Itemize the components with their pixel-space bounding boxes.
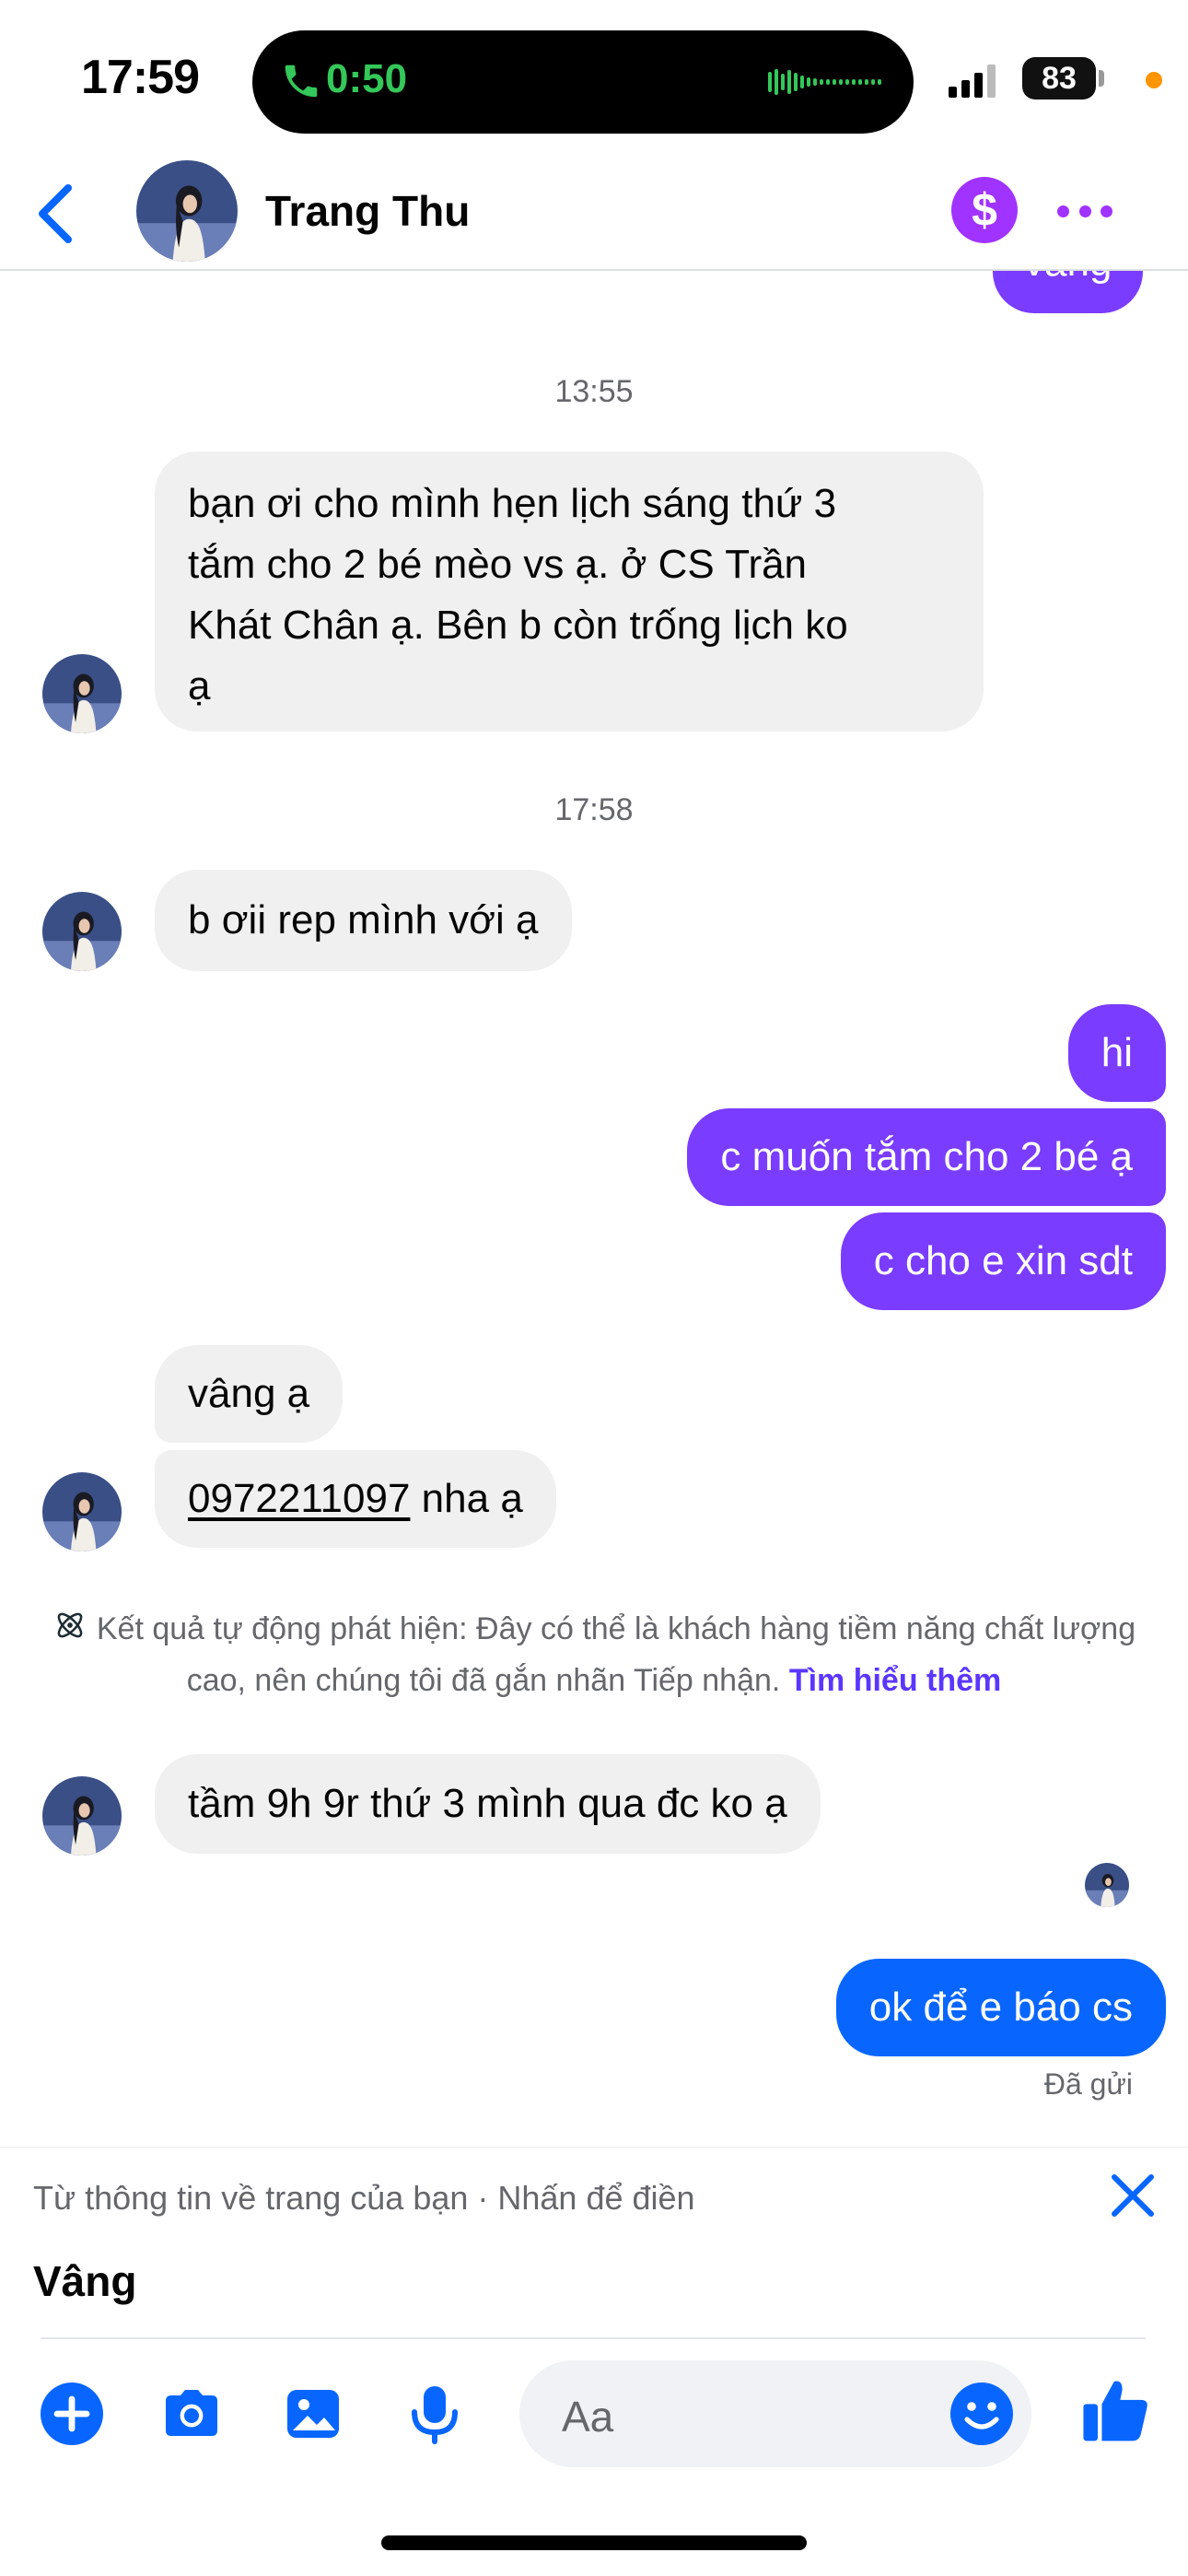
- delivery-status: Đã gửi: [1043, 2067, 1133, 2101]
- atom-icon: [57, 1612, 83, 1638]
- message-bubble-outgoing[interactable]: hi: [1067, 1004, 1166, 1102]
- more-options-icon[interactable]: [1057, 197, 1112, 225]
- auto-label-note: Kết quả tự động phát hiện: Đây có thể là…: [37, 1603, 1151, 1706]
- suggestion-hint: Từ thông tin về trang của bạn · Nhấn để …: [33, 2179, 695, 2217]
- payment-dollar-icon[interactable]: $: [951, 177, 1018, 243]
- contact-avatar[interactable]: [42, 1776, 122, 1856]
- avatar-photo-icon: [42, 1776, 122, 1856]
- timestamp: 17:58: [554, 792, 634, 827]
- avatar-photo-icon: [136, 160, 238, 262]
- microphone-icon[interactable]: [402, 2381, 468, 2447]
- message-bubble-outgoing[interactable]: ok để e báo cs: [835, 1959, 1166, 2056]
- learn-more-link[interactable]: Tìm hiểu thêm: [789, 1663, 1001, 1698]
- suggested-reply-panel[interactable]: Từ thông tin về trang của bạn · Nhấn để …: [0, 2147, 1188, 2339]
- contact-avatar[interactable]: [136, 160, 238, 262]
- message-list[interactable]: vâng 13:55 bạn ơi cho mình hẹn lịch sáng…: [0, 0, 1188, 2147]
- close-icon[interactable]: [1105, 2168, 1160, 2223]
- suggested-reply[interactable]: Vâng: [33, 2256, 136, 2306]
- plus-icon[interactable]: [39, 2381, 105, 2447]
- message-bubble-incoming[interactable]: tầm 9h 9r thứ 3 mình qua đc ko ạ: [155, 1754, 821, 1854]
- timestamp: 13:55: [554, 374, 634, 409]
- avatar-photo-icon: [1085, 1863, 1129, 1907]
- gallery-icon[interactable]: [280, 2381, 346, 2447]
- home-indicator[interactable]: [381, 2535, 807, 2550]
- contact-avatar[interactable]: [42, 654, 122, 733]
- divider: [41, 2337, 1146, 2339]
- thumbs-up-icon[interactable]: [1079, 2373, 1153, 2447]
- phone-number-link[interactable]: 0972211097: [188, 1476, 410, 1521]
- message-input-placeholder: Aa: [562, 2393, 614, 2441]
- avatar-photo-icon: [42, 654, 122, 733]
- avatar-photo-icon: [42, 892, 122, 971]
- contact-avatar[interactable]: [42, 1472, 122, 1551]
- back-chevron-icon[interactable]: [28, 182, 83, 245]
- message-bubble-incoming[interactable]: bạn ơi cho mình hẹn lịch sáng thứ 3 tắm …: [155, 451, 984, 732]
- message-bubble-incoming[interactable]: b ơii rep mình với ạ: [155, 870, 572, 971]
- message-bubble-incoming[interactable]: 0972211097 nha ạ: [155, 1450, 556, 1548]
- seen-indicator-avatar: [1085, 1863, 1129, 1907]
- message-bubble-incoming[interactable]: vâng ạ: [155, 1345, 344, 1443]
- camera-icon[interactable]: [158, 2381, 225, 2447]
- emoji-icon[interactable]: [949, 2381, 1015, 2447]
- message-input[interactable]: Aa: [519, 2360, 1031, 2467]
- message-bubble-outgoing[interactable]: c muốn tắm cho 2 bé ạ: [687, 1108, 1166, 1206]
- avatar-photo-icon: [42, 1472, 122, 1551]
- contact-avatar[interactable]: [42, 892, 122, 971]
- message-bubble-outgoing[interactable]: c cho e xin sdt: [840, 1212, 1166, 1310]
- message-composer: Aa: [0, 2340, 1188, 2478]
- conversation-header: Trang Thu $: [0, 157, 1188, 271]
- contact-name[interactable]: Trang Thu: [265, 186, 470, 236]
